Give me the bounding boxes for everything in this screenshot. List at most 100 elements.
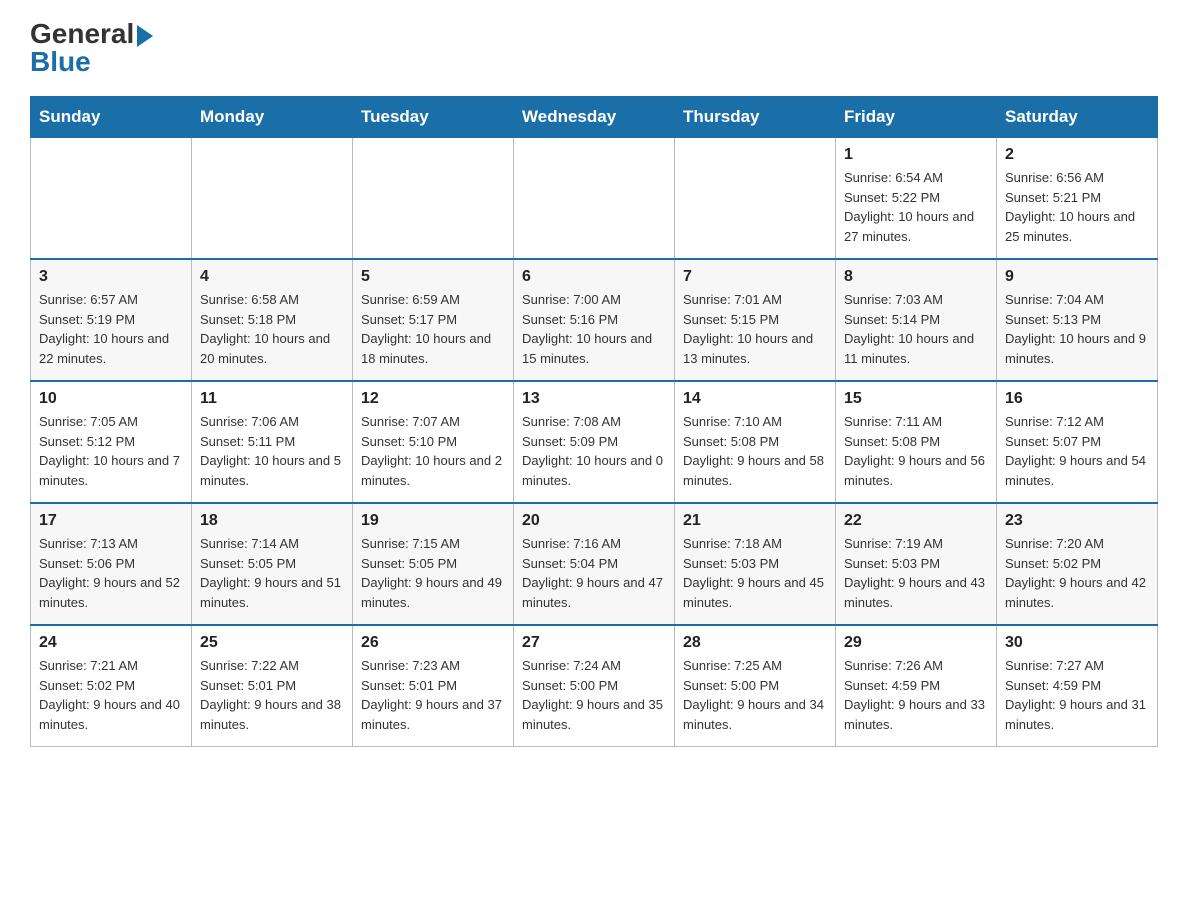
day-number: 5 xyxy=(361,268,505,286)
day-number: 11 xyxy=(200,390,344,408)
calendar-week-row: 1 Sunrise: 6:54 AMSunset: 5:22 PMDaylight… xyxy=(31,138,1158,260)
calendar-day-cell xyxy=(353,138,514,260)
calendar-day-cell: 4 Sunrise: 6:58 AMSunset: 5:18 PMDaylight… xyxy=(192,259,353,381)
day-info: Sunrise: 7:07 AMSunset: 5:10 PMDaylight:… xyxy=(361,412,505,490)
day-number: 12 xyxy=(361,390,505,408)
calendar-day-cell: 7Sunrise: 7:01 AMSunset: 5:15 PMDaylight… xyxy=(675,259,836,381)
day-number: 8 xyxy=(844,268,988,286)
day-info: Sunrise: 7:13 AMSunset: 5:06 PMDaylight:… xyxy=(39,534,183,612)
calendar-table: SundayMondayTuesdayWednesdayThursdayFrid… xyxy=(30,96,1158,747)
calendar-day-cell: 29Sunrise: 7:26 AMSunset: 4:59 PMDayligh… xyxy=(836,625,997,747)
day-number: 28 xyxy=(683,634,827,652)
calendar-day-cell: 16 Sunrise: 7:12 AMSunset: 5:07 PMDayligh… xyxy=(997,381,1158,503)
calendar-day-cell: 6 Sunrise: 7:00 AMSunset: 5:16 PMDaylight… xyxy=(514,259,675,381)
calendar-day-cell xyxy=(514,138,675,260)
day-number: 14 xyxy=(683,390,827,408)
calendar-day-cell: 21 Sunrise: 7:18 AMSunset: 5:03 PMDayligh… xyxy=(675,503,836,625)
weekday-header-row: SundayMondayTuesdayWednesdayThursdayFrid… xyxy=(31,97,1158,138)
day-number: 1 xyxy=(844,146,988,164)
day-info: Sunrise: 7:21 AMSunset: 5:02 PMDaylight:… xyxy=(39,656,183,734)
weekday-header-tuesday: Tuesday xyxy=(353,97,514,138)
logo-general-text: General xyxy=(30,20,153,48)
calendar-day-cell: 9 Sunrise: 7:04 AMSunset: 5:13 PMDaylight… xyxy=(997,259,1158,381)
day-info: Sunrise: 7:22 AMSunset: 5:01 PMDaylight:… xyxy=(200,656,344,734)
day-number: 15 xyxy=(844,390,988,408)
calendar-day-cell: 8 Sunrise: 7:03 AMSunset: 5:14 PMDaylight… xyxy=(836,259,997,381)
day-number: 30 xyxy=(1005,634,1149,652)
calendar-day-cell: 23 Sunrise: 7:20 AMSunset: 5:02 PMDayligh… xyxy=(997,503,1158,625)
day-number: 24 xyxy=(39,634,183,652)
day-number: 13 xyxy=(522,390,666,408)
day-number: 19 xyxy=(361,512,505,530)
calendar-day-cell: 26Sunrise: 7:23 AMSunset: 5:01 PMDayligh… xyxy=(353,625,514,747)
logo-blue-text: Blue xyxy=(30,48,91,76)
day-info: Sunrise: 7:06 AMSunset: 5:11 PMDaylight:… xyxy=(200,412,344,490)
day-number: 4 xyxy=(200,268,344,286)
day-info: Sunrise: 6:57 AMSunset: 5:19 PMDaylight:… xyxy=(39,290,183,368)
day-info: Sunrise: 6:58 AMSunset: 5:18 PMDaylight:… xyxy=(200,290,344,368)
day-info: Sunrise: 7:05 AMSunset: 5:12 PMDaylight:… xyxy=(39,412,183,490)
day-info: Sunrise: 7:20 AMSunset: 5:02 PMDaylight:… xyxy=(1005,534,1149,612)
calendar-day-cell: 27 Sunrise: 7:24 AMSunset: 5:00 PMDayligh… xyxy=(514,625,675,747)
calendar-day-cell: 19 Sunrise: 7:15 AMSunset: 5:05 PMDayligh… xyxy=(353,503,514,625)
calendar-day-cell xyxy=(31,138,192,260)
weekday-header-monday: Monday xyxy=(192,97,353,138)
calendar-day-cell: 18 Sunrise: 7:14 AMSunset: 5:05 PMDayligh… xyxy=(192,503,353,625)
day-number: 9 xyxy=(1005,268,1149,286)
day-number: 10 xyxy=(39,390,183,408)
calendar-day-cell: 22Sunrise: 7:19 AMSunset: 5:03 PMDayligh… xyxy=(836,503,997,625)
calendar-day-cell: 15 Sunrise: 7:11 AMSunset: 5:08 PMDayligh… xyxy=(836,381,997,503)
day-info: Sunrise: 7:12 AMSunset: 5:07 PMDaylight:… xyxy=(1005,412,1149,490)
day-info: Sunrise: 7:10 AMSunset: 5:08 PMDaylight:… xyxy=(683,412,827,490)
day-number: 16 xyxy=(1005,390,1149,408)
day-info: Sunrise: 7:18 AMSunset: 5:03 PMDaylight:… xyxy=(683,534,827,612)
day-info: Sunrise: 7:19 AMSunset: 5:03 PMDaylight:… xyxy=(844,534,988,612)
day-info: Sunrise: 7:25 AMSunset: 5:00 PMDaylight:… xyxy=(683,656,827,734)
weekday-header-wednesday: Wednesday xyxy=(514,97,675,138)
logo-arrow-icon xyxy=(137,25,153,47)
day-info: Sunrise: 7:26 AMSunset: 4:59 PMDaylight:… xyxy=(844,656,988,734)
calendar-day-cell: 2 Sunrise: 6:56 AMSunset: 5:21 PMDaylight… xyxy=(997,138,1158,260)
calendar-day-cell: 5 Sunrise: 6:59 AMSunset: 5:17 PMDaylight… xyxy=(353,259,514,381)
calendar-day-cell: 13Sunrise: 7:08 AMSunset: 5:09 PMDayligh… xyxy=(514,381,675,503)
calendar-day-cell: 28 Sunrise: 7:25 AMSunset: 5:00 PMDayligh… xyxy=(675,625,836,747)
day-info: Sunrise: 6:54 AMSunset: 5:22 PMDaylight:… xyxy=(844,168,988,246)
calendar-day-cell: 14 Sunrise: 7:10 AMSunset: 5:08 PMDayligh… xyxy=(675,381,836,503)
logo: General Blue xyxy=(30,20,153,76)
calendar-week-row: 10 Sunrise: 7:05 AMSunset: 5:12 PMDayligh… xyxy=(31,381,1158,503)
calendar-day-cell: 17 Sunrise: 7:13 AMSunset: 5:06 PMDayligh… xyxy=(31,503,192,625)
day-info: Sunrise: 7:01 AMSunset: 5:15 PMDaylight:… xyxy=(683,290,827,368)
weekday-header-saturday: Saturday xyxy=(997,97,1158,138)
day-number: 17 xyxy=(39,512,183,530)
day-info: Sunrise: 7:11 AMSunset: 5:08 PMDaylight:… xyxy=(844,412,988,490)
day-info: Sunrise: 7:24 AMSunset: 5:00 PMDaylight:… xyxy=(522,656,666,734)
day-number: 21 xyxy=(683,512,827,530)
page-header: General Blue xyxy=(30,20,1158,76)
day-info: Sunrise: 7:16 AMSunset: 5:04 PMDaylight:… xyxy=(522,534,666,612)
weekday-header-sunday: Sunday xyxy=(31,97,192,138)
day-info: Sunrise: 7:15 AMSunset: 5:05 PMDaylight:… xyxy=(361,534,505,612)
day-number: 2 xyxy=(1005,146,1149,164)
calendar-day-cell: 24 Sunrise: 7:21 AMSunset: 5:02 PMDayligh… xyxy=(31,625,192,747)
calendar-week-row: 24 Sunrise: 7:21 AMSunset: 5:02 PMDayligh… xyxy=(31,625,1158,747)
day-info: Sunrise: 7:27 AMSunset: 4:59 PMDaylight:… xyxy=(1005,656,1149,734)
day-info: Sunrise: 6:59 AMSunset: 5:17 PMDaylight:… xyxy=(361,290,505,368)
day-number: 18 xyxy=(200,512,344,530)
calendar-day-cell: 10 Sunrise: 7:05 AMSunset: 5:12 PMDayligh… xyxy=(31,381,192,503)
day-info: Sunrise: 7:14 AMSunset: 5:05 PMDaylight:… xyxy=(200,534,344,612)
day-info: Sunrise: 7:03 AMSunset: 5:14 PMDaylight:… xyxy=(844,290,988,368)
day-number: 6 xyxy=(522,268,666,286)
calendar-day-cell xyxy=(192,138,353,260)
day-number: 27 xyxy=(522,634,666,652)
day-number: 23 xyxy=(1005,512,1149,530)
day-info: Sunrise: 6:56 AMSunset: 5:21 PMDaylight:… xyxy=(1005,168,1149,246)
day-info: Sunrise: 7:00 AMSunset: 5:16 PMDaylight:… xyxy=(522,290,666,368)
day-number: 3 xyxy=(39,268,183,286)
calendar-day-cell: 30 Sunrise: 7:27 AMSunset: 4:59 PMDayligh… xyxy=(997,625,1158,747)
calendar-week-row: 3 Sunrise: 6:57 AMSunset: 5:19 PMDaylight… xyxy=(31,259,1158,381)
calendar-day-cell xyxy=(675,138,836,260)
day-info: Sunrise: 7:04 AMSunset: 5:13 PMDaylight:… xyxy=(1005,290,1149,368)
weekday-header-friday: Friday xyxy=(836,97,997,138)
calendar-day-cell: 12 Sunrise: 7:07 AMSunset: 5:10 PMDayligh… xyxy=(353,381,514,503)
calendar-day-cell: 25Sunrise: 7:22 AMSunset: 5:01 PMDayligh… xyxy=(192,625,353,747)
